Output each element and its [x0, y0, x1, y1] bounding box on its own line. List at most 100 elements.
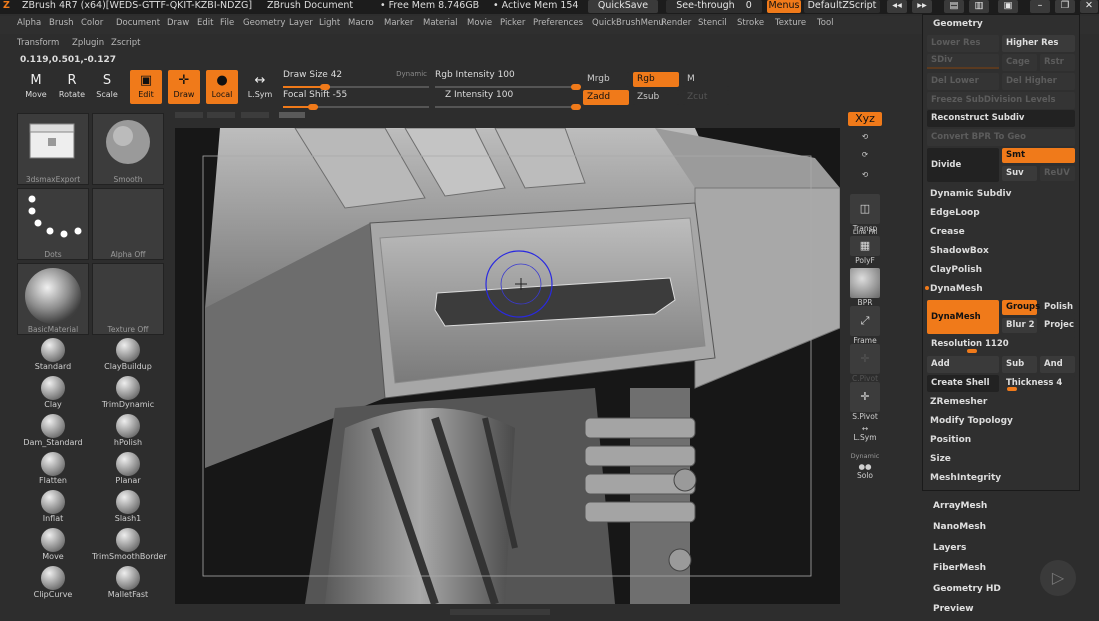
focal-shift-knob[interactable]: [308, 104, 319, 110]
zremesher-item[interactable]: ZRemesher: [927, 394, 1077, 411]
menu-document[interactable]: Document: [116, 18, 160, 28]
texture-thumbnail[interactable]: Texture Off: [92, 263, 164, 335]
modify-topology-item[interactable]: Modify Topology: [927, 413, 1077, 430]
lower-res-button[interactable]: Lower Res: [927, 35, 999, 52]
menu-light[interactable]: Light: [319, 18, 340, 28]
menu-preferences[interactable]: Preferences: [533, 18, 583, 28]
create-shell-button[interactable]: Create Shell: [927, 375, 999, 392]
bpr-button[interactable]: BPR: [846, 268, 884, 307]
draw-button[interactable]: ✛ Draw: [168, 70, 200, 104]
higher-res-button[interactable]: Higher Res: [1002, 35, 1075, 52]
menu-zplugin[interactable]: Zplugin: [72, 38, 104, 48]
brush-trimsmoothborder[interactable]: TrimSmoothBorder: [92, 528, 167, 565]
thickness-knob[interactable]: [1007, 387, 1017, 391]
m-button[interactable]: M: [683, 72, 729, 87]
suv-toggle[interactable]: Suv: [1002, 166, 1037, 181]
brush-claybuildup[interactable]: ClayBuildup: [92, 338, 164, 375]
minimize-icon[interactable]: –: [1030, 0, 1050, 13]
position-item[interactable]: Position: [927, 432, 1077, 449]
geometry-header[interactable]: Geometry: [927, 16, 1077, 33]
rotate-view-icon[interactable]: ⟲: [846, 132, 884, 141]
zsub-button[interactable]: Zsub: [633, 90, 679, 105]
brush-planar[interactable]: Planar: [92, 452, 164, 489]
menu-stencil[interactable]: Stencil: [698, 18, 727, 28]
menu-stroke[interactable]: Stroke: [737, 18, 764, 28]
brush-dam-standard[interactable]: Dam_Standard: [17, 414, 89, 451]
arrows-left-icon[interactable]: ◂◂: [887, 0, 907, 13]
menu-tool[interactable]: Tool: [817, 18, 834, 28]
arraymesh-item[interactable]: ArrayMesh: [933, 501, 987, 511]
menu-file[interactable]: File: [220, 18, 234, 28]
and-button[interactable]: And: [1040, 356, 1075, 373]
menu-transform[interactable]: Transform: [17, 38, 59, 48]
dynamesh-section[interactable]: DynaMesh: [927, 281, 1077, 298]
draw-size-slider[interactable]: Draw Size 42 Dynamic: [283, 70, 429, 90]
scale-button[interactable]: S Scale: [91, 70, 123, 104]
rstr-button[interactable]: Rstr: [1040, 54, 1075, 71]
size-item[interactable]: Size: [927, 451, 1077, 468]
mrgb-button[interactable]: Mrgb: [583, 72, 629, 87]
del-higher-button[interactable]: Del Higher: [1002, 73, 1075, 90]
claypolish-item[interactable]: ClayPolish: [927, 262, 1077, 279]
layers-item[interactable]: Layers: [933, 543, 966, 553]
brush-standard[interactable]: Standard: [17, 338, 89, 375]
brush-inflat[interactable]: Inflat: [17, 490, 89, 527]
menu-render[interactable]: Render: [661, 18, 691, 28]
brush-flatten[interactable]: Flatten: [17, 452, 89, 489]
meshintegrity-item[interactable]: MeshIntegrity: [927, 470, 1077, 487]
menu-texture[interactable]: Texture: [775, 18, 806, 28]
resolution-slider[interactable]: Resolution 1120: [927, 336, 1075, 353]
layout2-icon[interactable]: ▥: [969, 0, 989, 13]
zcut-button[interactable]: Zcut: [683, 90, 729, 105]
lsym-button[interactable]: ↔ L.Sym: [244, 70, 276, 104]
menu-quickbrushmenu[interactable]: QuickBrushMenu: [592, 18, 664, 28]
rotate-view3-icon[interactable]: ⟲: [846, 170, 884, 179]
tool-thumbnail[interactable]: 3dsmaxExport: [17, 113, 89, 185]
see-through-slider[interactable]: See-through 0: [666, 0, 762, 13]
lsym-view-button[interactable]: ↔ L.Sym: [846, 424, 884, 442]
spivot-button[interactable]: ✛ S.Pivot: [846, 382, 884, 421]
blur-slider[interactable]: Blur 2: [1002, 318, 1037, 333]
convert-bpr-button[interactable]: Convert BPR To Geo: [927, 129, 1075, 146]
menu-draw[interactable]: Draw: [167, 18, 189, 28]
stroke-thumbnail[interactable]: Dots: [17, 188, 89, 260]
restore-icon[interactable]: ❐: [1055, 0, 1075, 13]
edgeloop-item[interactable]: EdgeLoop: [927, 205, 1077, 222]
play-icon[interactable]: ▷: [1040, 560, 1076, 596]
alpha-thumbnail[interactable]: Alpha Off: [92, 188, 164, 260]
shadowbox-item[interactable]: ShadowBox: [927, 243, 1077, 260]
menu-zscript[interactable]: Zscript: [111, 38, 141, 48]
menu-picker[interactable]: Picker: [500, 18, 525, 28]
fibermesh-item[interactable]: FiberMesh: [933, 563, 986, 573]
menu-macro[interactable]: Macro: [348, 18, 374, 28]
nanomesh-item[interactable]: NanoMesh: [933, 522, 986, 532]
brush-slash1[interactable]: Slash1: [92, 490, 164, 527]
z-intensity-knob[interactable]: [571, 104, 581, 110]
menu-alpha[interactable]: Alpha: [17, 18, 41, 28]
brush-clay[interactable]: Clay: [17, 376, 89, 413]
menu-marker[interactable]: Marker: [384, 18, 413, 28]
menu-geometry[interactable]: Geometry: [243, 18, 285, 28]
bottom-shelf-handle[interactable]: [450, 609, 550, 615]
move-button[interactable]: M Move: [20, 70, 52, 104]
layout-icon[interactable]: ▤: [944, 0, 964, 13]
brush-move[interactable]: Move: [17, 528, 89, 565]
dynamesh-button[interactable]: DynaMesh: [927, 300, 999, 334]
default-zscript-button[interactable]: DefaultZScript: [804, 0, 880, 13]
menu-edit[interactable]: Edit: [197, 18, 213, 28]
local-button[interactable]: ● Local: [206, 70, 238, 104]
edit-button[interactable]: ▣ Edit: [130, 70, 162, 104]
brush-clipcurve[interactable]: ClipCurve: [17, 566, 89, 603]
brush-thumbnail[interactable]: Smooth: [92, 113, 164, 185]
frame-button[interactable]: ⤢ Frame: [846, 306, 884, 345]
zadd-button[interactable]: Zadd: [583, 90, 629, 105]
geometry-hd-item[interactable]: Geometry HD: [933, 584, 1001, 594]
brush-trimdynamic[interactable]: TrimDynamic: [92, 376, 164, 413]
rgb-button[interactable]: Rgb: [633, 72, 679, 87]
add-button[interactable]: Add: [927, 356, 999, 373]
smt-toggle[interactable]: Smt: [1002, 148, 1075, 163]
brush-hpolish[interactable]: hPolish: [92, 414, 164, 451]
polyf-button[interactable]: ▦ PolyF: [846, 236, 884, 265]
preview-item[interactable]: Preview: [933, 604, 974, 614]
menu-brush[interactable]: Brush: [49, 18, 74, 28]
